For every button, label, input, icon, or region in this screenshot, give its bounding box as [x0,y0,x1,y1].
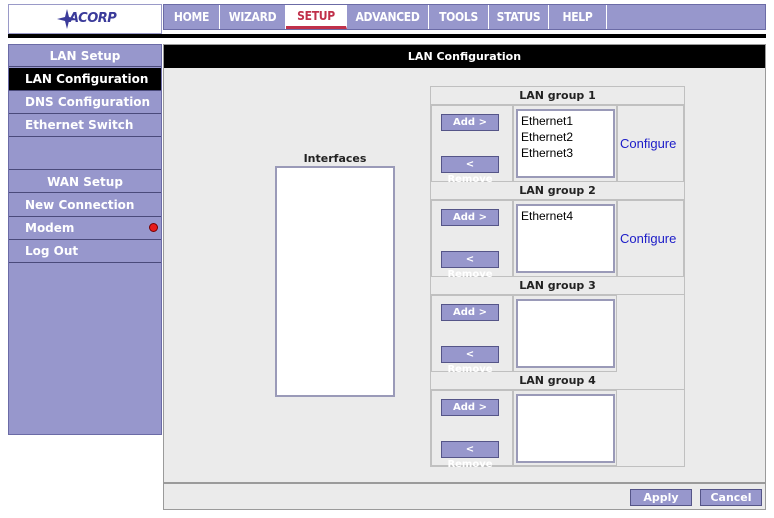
tab-tools[interactable]: TOOLS [429,5,489,29]
lan-group-3-title: LAN group 3 [431,277,684,295]
lan-group-4-remove-button[interactable]: < Remove [441,441,499,470]
tab-help[interactable]: HELP [549,5,607,29]
lan-group-2-remove-button[interactable]: < Remove [441,251,499,280]
cancel-button[interactable]: Cancel [700,489,762,506]
interfaces-listbox[interactable] [275,166,395,397]
lan-group-4-buttons-cell: Add > < Remove [431,390,513,470]
tab-home[interactable]: HOME [164,5,220,29]
interfaces-label: Interfaces [303,152,367,165]
list-item[interactable]: Ethernet3 [521,145,610,161]
lan-group-4-list-cell [513,390,617,466]
lan-group-1-listbox[interactable]: Ethernet1 Ethernet2 Ethernet3 [516,109,615,178]
sidebar-header-lan-setup: LAN Setup [9,45,161,67]
sidebar-header-wan-setup: WAN Setup [9,171,161,193]
lan-group-2-configure-cell: Configure [617,200,684,277]
lan-group-3-buttons-cell: Add > < Remove [431,295,513,375]
sidebar-item-new-connection[interactable]: New Connection [9,194,161,217]
list-item[interactable]: Ethernet2 [521,129,610,145]
lan-group-3-list-cell [513,295,617,372]
lan-group-1-add-button[interactable]: Add > [441,114,499,131]
logo: ACORP [8,4,162,34]
lan-group-3-add-button[interactable]: Add > [441,304,499,321]
red-status-dot-icon [149,223,158,232]
list-item[interactable]: Ethernet4 [521,208,610,224]
header-divider [8,34,766,38]
sidebar-item-modem[interactable]: Modem [9,217,161,240]
sidebar-item-log-out[interactable]: Log Out [9,240,161,263]
sidebar-item-label: Modem [25,221,75,235]
footer-bar: Apply Cancel [163,483,766,510]
lan-group-4-title: LAN group 4 [431,372,684,390]
lan-group-2-add-button[interactable]: Add > [441,209,499,226]
lan-group-2-buttons-cell: Add > < Remove [431,200,513,280]
lan-group-1-title: LAN group 1 [431,87,684,105]
lan-groups-table: LAN group 1 Add > < Remove Ethernet1 Eth… [430,86,685,470]
tab-setup[interactable]: SETUP [286,5,347,29]
sidebar-item-dns-configuration[interactable]: DNS Configuration [9,91,161,114]
tab-advanced[interactable]: ADVANCED [347,5,429,29]
lan-group-2-configure-link[interactable]: Configure [620,231,676,246]
apply-button[interactable]: Apply [630,489,692,506]
lan-group-3-listbox[interactable] [516,299,615,368]
list-item[interactable]: Ethernet1 [521,113,610,129]
tab-wizard[interactable]: WIZARD [220,5,286,29]
logo-text: ACORP [69,11,117,26]
lan-group-1-configure-link[interactable]: Configure [620,136,676,151]
sidebar-spacer [9,137,161,170]
sidebar: LAN Setup LAN Configuration DNS Configur… [8,44,162,435]
lan-group-4-listbox[interactable] [516,394,615,463]
lan-group-1-buttons-cell: Add > < Remove [431,105,513,185]
lan-group-4-add-button[interactable]: Add > [441,399,499,416]
top-nav: HOME WIZARD SETUP ADVANCED TOOLS STATUS … [163,4,766,30]
lan-group-2-title: LAN group 2 [431,182,684,200]
lan-group-2-list-cell: Ethernet4 [513,200,617,277]
tab-status[interactable]: STATUS [489,5,549,29]
lan-group-3-remove-button[interactable]: < Remove [441,346,499,375]
main-panel: LAN Configuration Interfaces LAN group 1… [163,44,766,483]
page-title: LAN Configuration [164,45,765,68]
lan-group-2-listbox[interactable]: Ethernet4 [516,204,615,273]
lan-group-1-remove-button[interactable]: < Remove [441,156,499,185]
sidebar-item-lan-configuration[interactable]: LAN Configuration [9,68,161,91]
lan-group-1-list-cell: Ethernet1 Ethernet2 Ethernet3 [513,105,617,182]
sidebar-item-ethernet-switch[interactable]: Ethernet Switch [9,114,161,137]
lan-group-1-configure-cell: Configure [617,105,684,182]
